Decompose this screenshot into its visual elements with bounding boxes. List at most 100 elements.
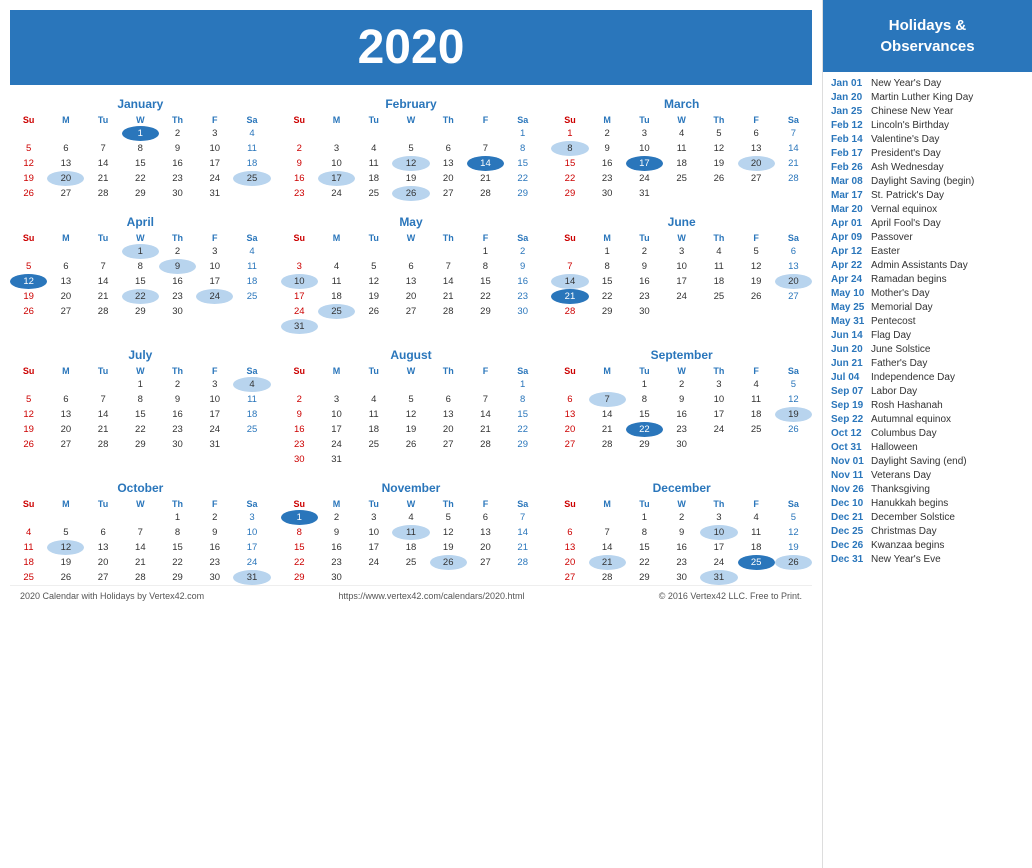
calendar-day: 26 xyxy=(10,304,47,319)
day-header-tu: Tu xyxy=(84,498,121,510)
day-header-w: W xyxy=(392,232,429,244)
calendar-day: 12 xyxy=(355,274,392,289)
calendar-day: 28 xyxy=(467,437,504,452)
calendar-day: 8 xyxy=(551,141,588,156)
day-header-th: Th xyxy=(700,232,737,244)
calendar-day: 29 xyxy=(551,186,588,201)
calendar-day: 6 xyxy=(738,126,775,141)
day-header-f: F xyxy=(196,232,233,244)
calendar-day: 13 xyxy=(551,407,588,422)
holiday-name: Independence Day xyxy=(871,372,955,383)
calendar-day xyxy=(392,377,429,392)
calendar-day: 28 xyxy=(589,437,626,452)
holiday-date: Oct 12 xyxy=(831,428,871,439)
calendar-day: 5 xyxy=(392,141,429,156)
calendar-day: 25 xyxy=(233,171,270,186)
calendar-day: 21 xyxy=(467,171,504,186)
calendar-day: 7 xyxy=(84,259,121,274)
calendar-day: 27 xyxy=(775,289,812,304)
calendar-day xyxy=(551,244,588,259)
calendar-day xyxy=(10,510,47,525)
calendar-day: 1 xyxy=(626,377,663,392)
calendar-day xyxy=(10,126,47,141)
calendar-day: 30 xyxy=(196,570,233,585)
calendar-day: 15 xyxy=(122,156,159,171)
calendar-day: 1 xyxy=(122,377,159,392)
day-header-m: M xyxy=(589,114,626,126)
holiday-name: Columbus Day xyxy=(871,428,937,439)
calendar-day: 30 xyxy=(663,570,700,585)
calendar-day: 21 xyxy=(430,289,467,304)
day-header-w: W xyxy=(122,232,159,244)
calendar-day xyxy=(233,186,270,201)
calendar-day: 29 xyxy=(467,304,504,319)
holiday-name: President's Day xyxy=(871,148,941,159)
calendar-day xyxy=(355,244,392,259)
calendar-day: 7 xyxy=(775,126,812,141)
holiday-item: Apr 12Easter xyxy=(831,246,1024,257)
calendar-day: 3 xyxy=(663,244,700,259)
calendar-day: 19 xyxy=(10,171,47,186)
holiday-date: Jan 25 xyxy=(831,106,871,117)
calendar-day: 20 xyxy=(551,555,588,570)
calendar-day xyxy=(775,570,812,585)
calendar-day xyxy=(281,244,318,259)
holiday-item: Feb 26Ash Wednesday xyxy=(831,162,1024,173)
calendar-day: 20 xyxy=(84,555,121,570)
holiday-name: Hanukkah begins xyxy=(871,498,948,509)
calendar-day: 24 xyxy=(700,422,737,437)
calendar-day: 21 xyxy=(467,422,504,437)
month-title-september: September xyxy=(551,348,812,362)
calendar-day: 16 xyxy=(159,407,196,422)
holiday-item: Nov 01Daylight Saving (end) xyxy=(831,456,1024,467)
calendar-day: 29 xyxy=(122,304,159,319)
holiday-name: Flag Day xyxy=(871,330,911,341)
calendar-day xyxy=(47,377,84,392)
calendar-day: 30 xyxy=(663,437,700,452)
day-header-tu: Tu xyxy=(355,114,392,126)
calendar-day xyxy=(775,304,812,319)
calendar-day xyxy=(318,319,355,334)
calendar-day: 21 xyxy=(775,156,812,171)
day-header-su: Su xyxy=(281,114,318,126)
calendar-day: 10 xyxy=(196,392,233,407)
calendar-day: 13 xyxy=(47,407,84,422)
holiday-name: Ramadan begins xyxy=(871,274,947,285)
day-header-w: W xyxy=(663,365,700,377)
calendar-day: 20 xyxy=(392,289,429,304)
calendar-day: 14 xyxy=(504,525,541,540)
holiday-date: Jul 04 xyxy=(831,372,871,383)
calendar-day: 2 xyxy=(159,126,196,141)
holiday-item: Dec 26Kwanzaa begins xyxy=(831,540,1024,551)
calendar-day: 4 xyxy=(233,244,270,259)
calendar-day: 3 xyxy=(700,377,737,392)
calendar-day: 25 xyxy=(738,422,775,437)
calendar-day: 26 xyxy=(430,555,467,570)
calendar-day: 29 xyxy=(122,437,159,452)
calendar-day: 27 xyxy=(467,555,504,570)
calendar-day: 13 xyxy=(551,540,588,555)
calendar-day: 6 xyxy=(775,244,812,259)
calendar-day: 27 xyxy=(84,570,121,585)
calendar-day: 23 xyxy=(281,186,318,201)
calendar-day: 26 xyxy=(10,437,47,452)
day-header-f: F xyxy=(467,498,504,510)
calendar-day: 6 xyxy=(430,141,467,156)
holiday-date: May 25 xyxy=(831,302,871,313)
calendar-day: 28 xyxy=(430,304,467,319)
calendar-day xyxy=(430,570,467,585)
calendar-day: 9 xyxy=(281,407,318,422)
calendar-day xyxy=(355,452,392,467)
month-table-april: SuMTuWThFSa12345678910111213141516171819… xyxy=(10,232,271,319)
calendar-day: 3 xyxy=(318,392,355,407)
calendar-day: 29 xyxy=(159,570,196,585)
holiday-name: Memorial Day xyxy=(871,302,933,313)
holiday-item: Oct 12Columbus Day xyxy=(831,428,1024,439)
calendar-day: 16 xyxy=(663,407,700,422)
holiday-item: Jun 21Father's Day xyxy=(831,358,1024,369)
day-header-tu: Tu xyxy=(626,498,663,510)
calendar-day xyxy=(233,304,270,319)
calendar-day: 13 xyxy=(430,407,467,422)
calendar-day: 28 xyxy=(84,437,121,452)
calendar-day: 24 xyxy=(233,555,270,570)
